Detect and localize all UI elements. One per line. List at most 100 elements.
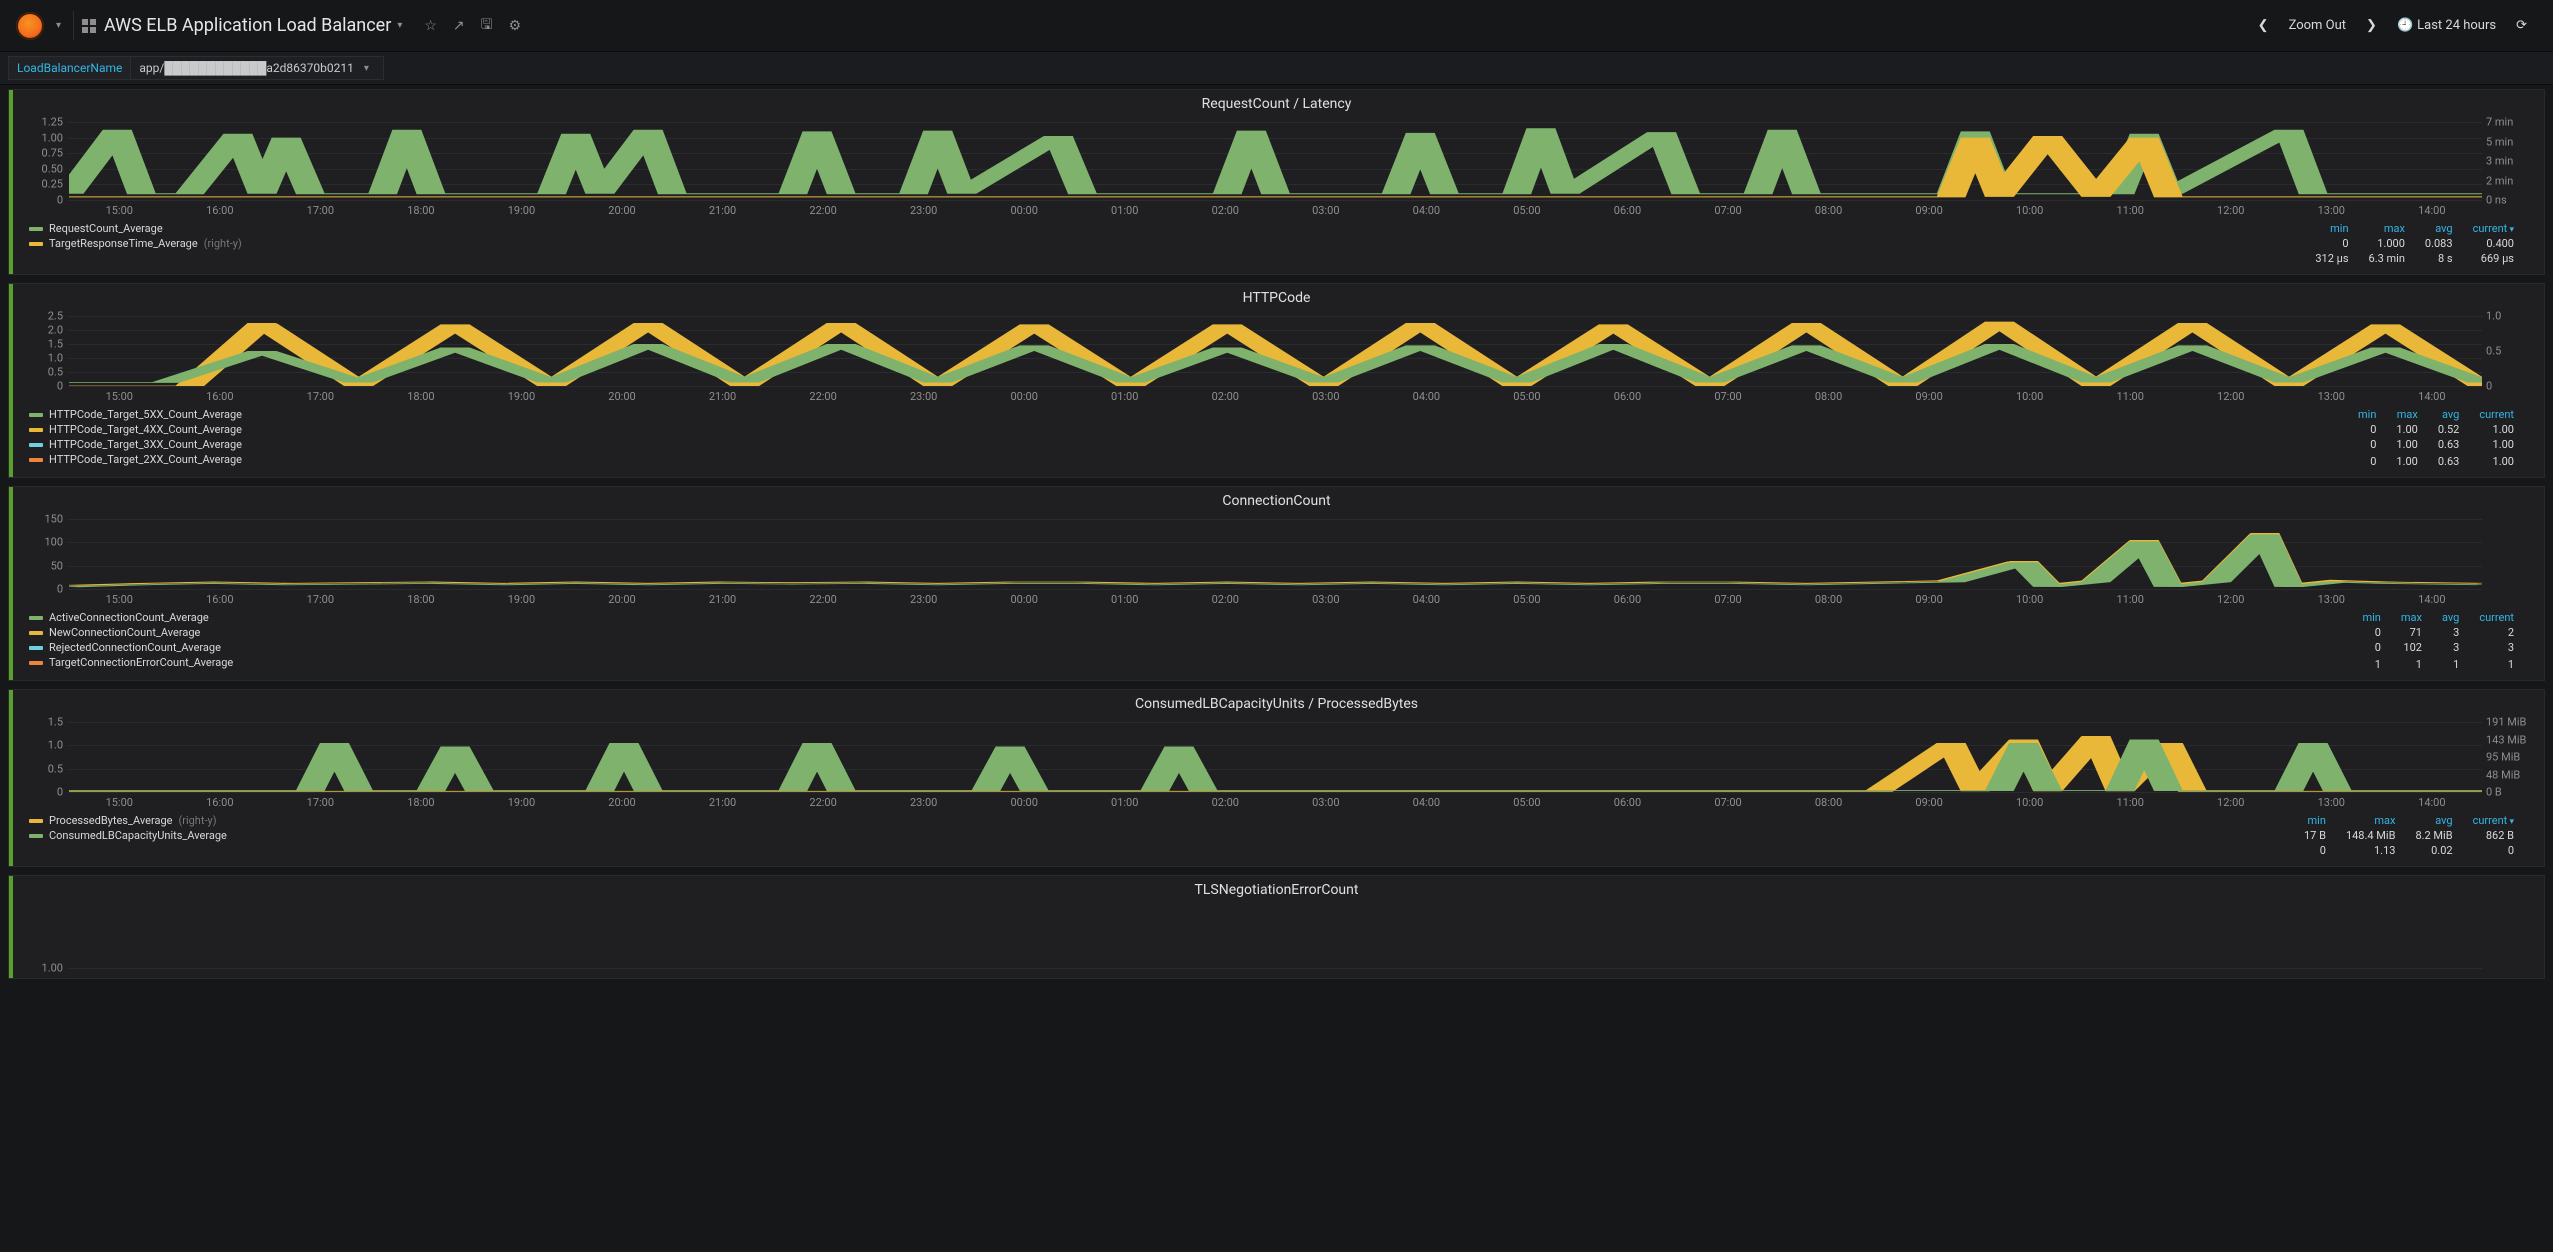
- legend-swatch: [29, 242, 43, 246]
- legend-swatch: [29, 428, 43, 432]
- panel-drag-handle[interactable]: [9, 690, 13, 866]
- dashboard-grid-icon: [82, 19, 96, 33]
- panel-area: RequestCount / Latency 0 0.25 0.50 0.75 …: [0, 85, 2553, 991]
- legend-swatch: [29, 616, 43, 620]
- panel-tls: TLSNegotiationErrorCount 1.00: [8, 875, 2545, 979]
- refresh-button[interactable]: ⟳: [2506, 12, 2537, 39]
- legend-stats-table: minmaxavgcurrent071320102331111: [2352, 610, 2524, 672]
- legend-axis-hint: (right-y): [204, 237, 242, 250]
- chevron-down-icon: ▾: [391, 20, 408, 31]
- legend-swatch: [29, 227, 43, 231]
- legend-stats-table: minmaxavgcurrent17 B148.4 MiB8.2 MiB862 …: [2294, 813, 2524, 858]
- time-picker: ❮ Zoom Out ❯ 🕘 Last 24 hours ⟳: [2248, 12, 2537, 39]
- legend-series-name: HTTPCode_Target_5XX_Count_Average: [49, 408, 242, 421]
- panel-title[interactable]: HTTPCode: [9, 284, 2544, 312]
- chart-plot[interactable]: [69, 122, 2482, 200]
- x-axis-ticks: 15:0016:0017:0018:0019:0020:0021:0022:00…: [69, 204, 2482, 217]
- legend: ProcessedBytes_Average (right-y) Consume…: [21, 809, 2532, 860]
- legend-series-name: ActiveConnectionCount_Average: [49, 611, 209, 624]
- x-axis-ticks: 15:0016:0017:0018:0019:0020:0021:0022:00…: [69, 593, 2482, 606]
- chart-plot[interactable]: [69, 908, 2482, 968]
- grafana-logo-icon[interactable]: [16, 12, 44, 40]
- template-variable-row: LoadBalancerName app/████████████a2d8637…: [0, 52, 2553, 85]
- panel-lcu: ConsumedLBCapacityUnits / ProcessedBytes…: [8, 689, 2545, 867]
- panel-title[interactable]: ConnectionCount: [9, 487, 2544, 515]
- legend-item[interactable]: ConsumedLBCapacityUnits_Average: [29, 828, 2294, 843]
- panel-title[interactable]: RequestCount / Latency: [9, 90, 2544, 118]
- dashboard-picker[interactable]: AWS ELB Application Load Balancer ▾: [73, 11, 416, 40]
- gear-icon[interactable]: ⚙: [501, 12, 530, 40]
- legend-series-name: HTTPCode_Target_2XX_Count_Average: [49, 453, 242, 466]
- variable-value-text: app/████████████a2d86370b0211: [139, 61, 353, 75]
- chart-canvas[interactable]: 0 0.5 1.0 1.5 0 B48 MiB95 MiB143 MiB191 …: [69, 722, 2482, 792]
- legend-series-name: HTTPCode_Target_4XX_Count_Average: [49, 423, 242, 436]
- variable-value-dropdown[interactable]: app/████████████a2d86370b0211 ▾: [131, 56, 383, 80]
- legend-list: ProcessedBytes_Average (right-y) Consume…: [29, 813, 2294, 843]
- legend-list: RequestCount_Average TargetResponseTime_…: [29, 221, 2305, 251]
- chart-canvas[interactable]: 0 50 100 150: [69, 519, 2482, 589]
- chart-canvas[interactable]: 0 0.5 1.0 1.5 2.0 2.5 00.51.0: [69, 316, 2482, 386]
- time-range-button[interactable]: 🕘 Last 24 hours: [2387, 12, 2506, 39]
- legend: HTTPCode_Target_5XX_Count_Average HTTPCo…: [21, 403, 2532, 471]
- legend-series-name: ProcessedBytes_Average: [49, 814, 172, 827]
- legend-item[interactable]: HTTPCode_Target_4XX_Count_Average: [29, 422, 2348, 437]
- legend-series-name: ConsumedLBCapacityUnits_Average: [49, 829, 227, 842]
- panel-drag-handle[interactable]: [9, 487, 13, 680]
- legend-item[interactable]: HTTPCode_Target_5XX_Count_Average: [29, 407, 2348, 422]
- legend-swatch: [29, 443, 43, 447]
- chart-plot[interactable]: [69, 519, 2482, 589]
- legend-item[interactable]: TargetResponseTime_Average (right-y): [29, 236, 2305, 251]
- legend-stats-table: minmaxavgcurrent01.000.521.0001.000.631.…: [2348, 407, 2524, 469]
- legend-series-name: RequestCount_Average: [49, 222, 163, 235]
- panel-drag-handle[interactable]: [9, 284, 13, 477]
- zoom-out-button[interactable]: Zoom Out: [2279, 12, 2356, 39]
- legend-item[interactable]: NewConnectionCount_Average: [29, 625, 2352, 640]
- panel-title[interactable]: ConsumedLBCapacityUnits / ProcessedBytes: [9, 690, 2544, 718]
- legend-swatch: [29, 661, 43, 665]
- legend-series-name: RejectedConnectionCount_Average: [49, 641, 221, 654]
- legend-series-name: TargetConnectionErrorCount_Average: [49, 656, 233, 669]
- legend-swatch: [29, 413, 43, 417]
- chart-canvas[interactable]: 1.00: [69, 908, 2482, 968]
- legend: ActiveConnectionCount_Average NewConnect…: [21, 606, 2532, 674]
- legend-item[interactable]: RequestCount_Average: [29, 221, 2305, 236]
- legend-series-name: HTTPCode_Target_3XX_Count_Average: [49, 438, 242, 451]
- legend-item[interactable]: ActiveConnectionCount_Average: [29, 610, 2352, 625]
- legend-swatch: [29, 458, 43, 462]
- panel-reqcount: RequestCount / Latency 0 0.25 0.50 0.75 …: [8, 89, 2545, 275]
- time-forward-button[interactable]: ❯: [2356, 12, 2387, 39]
- panel-drag-handle[interactable]: [9, 90, 13, 274]
- legend-item[interactable]: HTTPCode_Target_2XX_Count_Average: [29, 452, 2348, 467]
- panel-title[interactable]: TLSNegotiationErrorCount: [9, 876, 2544, 904]
- legend-item[interactable]: HTTPCode_Target_3XX_Count_Average: [29, 437, 2348, 452]
- legend-item[interactable]: TargetConnectionErrorCount_Average: [29, 655, 2352, 670]
- legend-axis-hint: (right-y): [178, 814, 216, 827]
- panel-conn: ConnectionCount 0 50 100 150 15:0016:001…: [8, 486, 2545, 681]
- legend-item[interactable]: RejectedConnectionCount_Average: [29, 640, 2352, 655]
- panel-drag-handle[interactable]: [9, 876, 13, 978]
- chart-canvas[interactable]: 0 0.25 0.50 0.75 1.00 1.25 0 ns2 min3 mi…: [69, 122, 2482, 200]
- time-range-label: Last 24 hours: [2417, 18, 2496, 33]
- save-icon[interactable]: 🖫: [473, 8, 501, 44]
- variable-label: LoadBalancerName: [8, 56, 131, 80]
- chart-plot[interactable]: [69, 316, 2482, 386]
- legend-item[interactable]: ProcessedBytes_Average (right-y): [29, 813, 2294, 828]
- legend-swatch: [29, 646, 43, 650]
- legend-list: HTTPCode_Target_5XX_Count_Average HTTPCo…: [29, 407, 2348, 467]
- legend-swatch: [29, 819, 43, 823]
- x-axis-ticks: 15:0016:0017:0018:0019:0020:0021:0022:00…: [69, 796, 2482, 809]
- legend-stats-table: minmaxavgcurrent01.0000.0830.400312 µs6.…: [2305, 221, 2524, 266]
- legend-swatch: [29, 834, 43, 838]
- chart-plot[interactable]: [69, 722, 2482, 792]
- chevron-down-icon[interactable]: ▾: [50, 20, 67, 31]
- top-nav: ▾ AWS ELB Application Load Balancer ▾ ☆ …: [0, 0, 2553, 52]
- star-icon[interactable]: ☆: [416, 12, 445, 40]
- x-axis-ticks: 15:0016:0017:0018:0019:0020:0021:0022:00…: [69, 390, 2482, 403]
- share-icon[interactable]: ↗: [445, 12, 473, 40]
- time-back-button[interactable]: ❮: [2248, 12, 2279, 39]
- legend-list: ActiveConnectionCount_Average NewConnect…: [29, 610, 2352, 670]
- legend-series-name: TargetResponseTime_Average: [49, 237, 198, 250]
- clock-icon: 🕘: [2397, 18, 2413, 33]
- panel-httpcode: HTTPCode 0 0.5 1.0 1.5 2.0 2.5 00.51.0 1…: [8, 283, 2545, 478]
- dashboard-title: AWS ELB Application Load Balancer: [104, 15, 391, 36]
